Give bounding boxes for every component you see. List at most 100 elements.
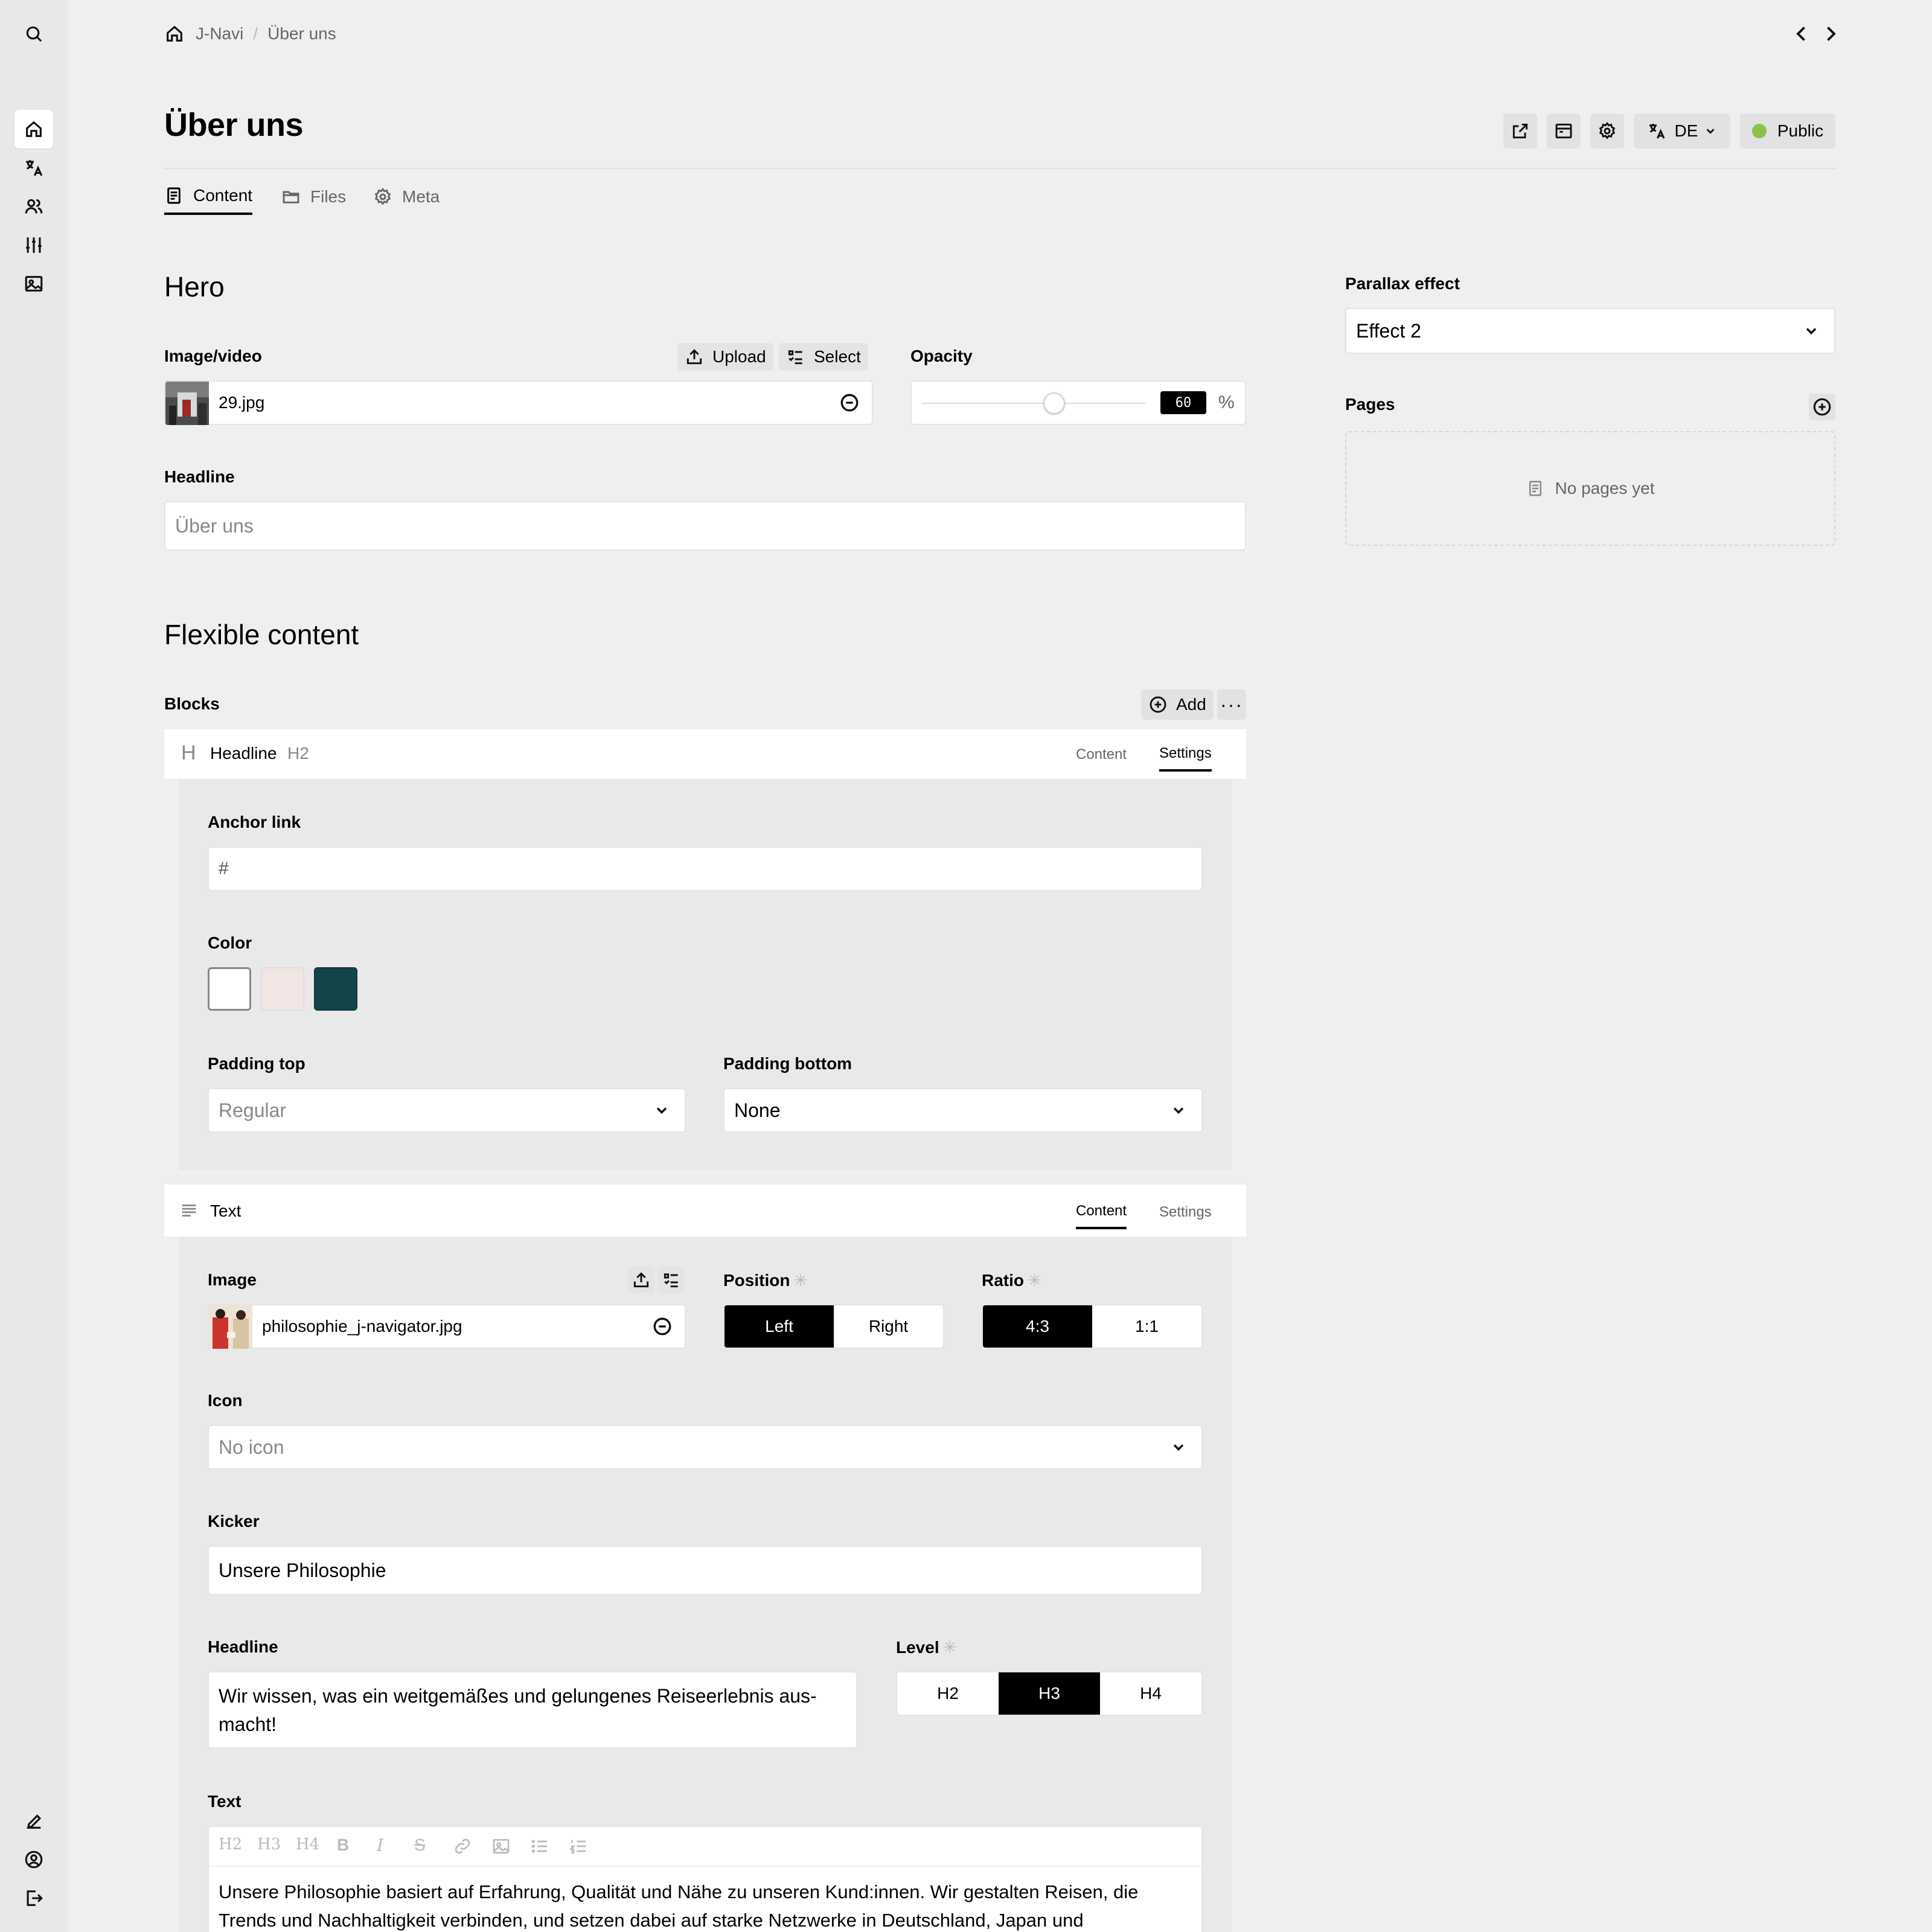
dots-icon: ···	[1220, 693, 1243, 715]
bullet-list-icon[interactable]	[530, 1837, 549, 1856]
add-block-button[interactable]: Add	[1141, 689, 1214, 720]
upload-button[interactable]	[628, 1267, 654, 1293]
level-option-h4[interactable]: H4	[1100, 1672, 1201, 1715]
remove-icon[interactable]	[652, 1316, 673, 1337]
headline-input[interactable]: Über uns	[164, 501, 1246, 551]
menu-item-site[interactable]	[14, 110, 53, 149]
block-tab-settings[interactable]: Settings	[1159, 1195, 1212, 1229]
image-icon[interactable]	[491, 1837, 511, 1856]
prev-page-button[interactable]	[1791, 23, 1812, 45]
text-editor[interactable]: H2 H3 H4 B I S Unsere Philosophie basier…	[208, 1826, 1203, 1932]
parallax-label: Parallax effect	[1345, 274, 1460, 293]
preview-button[interactable]	[1547, 114, 1581, 149]
toolbar-h4[interactable]: H4	[296, 1835, 319, 1854]
headline-label: Headline	[164, 467, 235, 486]
block-headline-header[interactable]: H Headline H2 Content Settings	[164, 729, 1246, 779]
tab-files[interactable]: Files	[281, 179, 346, 215]
menu-item-users[interactable]	[14, 187, 53, 226]
level-option-h2[interactable]: H2	[897, 1672, 999, 1715]
kicker-label: Kicker	[208, 1512, 260, 1531]
page-icon	[167, 187, 181, 204]
toolbar-bold[interactable]: B	[337, 1835, 349, 1855]
breadcrumb-page[interactable]: Über uns	[267, 24, 336, 43]
home-icon	[26, 121, 42, 137]
header-divider	[164, 168, 1835, 169]
edit-icon	[27, 1814, 42, 1829]
block-text-header[interactable]: Text Content Settings	[164, 1185, 1246, 1236]
language-dropdown[interactable]: DE	[1634, 114, 1730, 149]
image-icon	[25, 276, 43, 292]
block-level: H2	[287, 744, 309, 763]
logout-button[interactable]	[14, 1879, 53, 1918]
chevron-down-icon	[1170, 1102, 1187, 1119]
headline-line: Wir wissen, was ein weitgemäßes und gelu…	[219, 1685, 817, 1707]
headline-label: Headline	[208, 1637, 278, 1656]
pages-empty-box: No pages yet	[1345, 431, 1835, 546]
opacity-label: Opacity	[910, 347, 973, 365]
block-tab-settings[interactable]: Settings	[1159, 738, 1212, 772]
select-button[interactable]	[658, 1267, 685, 1293]
headline-text: Wir wissen, was ein weitgemäßes und gelu…	[219, 1682, 817, 1739]
open-page-button[interactable]	[1503, 114, 1537, 149]
pages-label: Pages	[1345, 395, 1395, 414]
block-type: Headline	[210, 744, 277, 763]
kicker-input[interactable]: Unsere Philosophie	[208, 1546, 1203, 1595]
chevron-down-icon	[653, 1102, 670, 1119]
chevron-down-icon	[1803, 322, 1820, 339]
opacity-value: 60	[1160, 391, 1206, 414]
checklist-icon	[788, 350, 802, 365]
menu-item-media[interactable]	[14, 264, 53, 303]
next-page-button[interactable]	[1820, 23, 1841, 45]
toolbar-h3[interactable]: H3	[257, 1835, 281, 1854]
position-option-right[interactable]: Right	[834, 1305, 943, 1348]
tab-content[interactable]: Content	[164, 179, 253, 215]
menu-item-languages[interactable]	[14, 149, 53, 187]
position-option-left[interactable]: Left	[724, 1305, 834, 1348]
anchor-link-label: Anchor link	[208, 813, 301, 831]
changes-button[interactable]	[14, 1802, 53, 1840]
breadcrumb-site[interactable]: J-Navi	[196, 24, 243, 43]
link-icon[interactable]	[453, 1837, 472, 1856]
color-swatch-rose[interactable]	[261, 967, 304, 1011]
padding-top-select[interactable]: Regular	[208, 1088, 686, 1133]
account-button[interactable]	[14, 1840, 53, 1879]
headline-textarea[interactable]: Wir wissen, was ein weitgemäßes und gelu…	[208, 1671, 857, 1748]
image-thumbnail	[165, 382, 209, 425]
select-button[interactable]: Select	[779, 343, 868, 371]
home-icon[interactable]	[164, 24, 185, 44]
tab-meta[interactable]: Meta	[373, 179, 440, 215]
toolbar-strike[interactable]: S	[414, 1835, 426, 1855]
ordered-list-icon[interactable]	[569, 1837, 588, 1856]
color-swatch-teal[interactable]	[314, 967, 357, 1011]
settings-button[interactable]	[1590, 114, 1624, 149]
image-field[interactable]: philosophie_j-navigator.jpg	[208, 1304, 686, 1349]
padding-bottom-select[interactable]: None	[723, 1088, 1203, 1133]
slider-handle[interactable]	[1043, 392, 1065, 414]
status-button[interactable]: Public	[1740, 114, 1835, 149]
ratio-option-1-1[interactable]: 1:1	[1092, 1305, 1201, 1348]
level-option-h3[interactable]: H3	[999, 1672, 1100, 1715]
block-tab-content[interactable]: Content	[1076, 1195, 1127, 1229]
open-external-icon	[1512, 123, 1528, 139]
opacity-slider[interactable]: 60 %	[910, 380, 1246, 425]
tab-files-label: Files	[310, 187, 347, 206]
icon-select[interactable]: No icon	[208, 1425, 1203, 1470]
opacity-unit: %	[1218, 392, 1235, 412]
ratio-option-4-3[interactable]: 4:3	[983, 1305, 1092, 1348]
remove-icon[interactable]	[839, 392, 860, 413]
chevron-right-icon	[1827, 27, 1836, 41]
upload-button[interactable]: Upload	[677, 343, 773, 371]
blocks-options-button[interactable]: ···	[1217, 689, 1246, 720]
toolbar-h2[interactable]: H2	[219, 1835, 242, 1854]
parallax-select[interactable]: Effect 2	[1345, 308, 1835, 354]
toolbar-italic[interactable]: I	[377, 1835, 383, 1855]
menu-item-system[interactable]	[14, 226, 53, 264]
image-video-field[interactable]: 29.jpg	[164, 380, 873, 425]
chevron-down-icon	[1706, 129, 1715, 134]
search-button[interactable]	[14, 14, 53, 53]
block-tab-content[interactable]: Content	[1076, 738, 1127, 772]
color-swatch-white[interactable]	[208, 967, 251, 1011]
image-thumbnail	[209, 1305, 252, 1349]
anchor-link-input[interactable]: #	[208, 846, 1203, 891]
add-page-button[interactable]	[1809, 394, 1835, 420]
